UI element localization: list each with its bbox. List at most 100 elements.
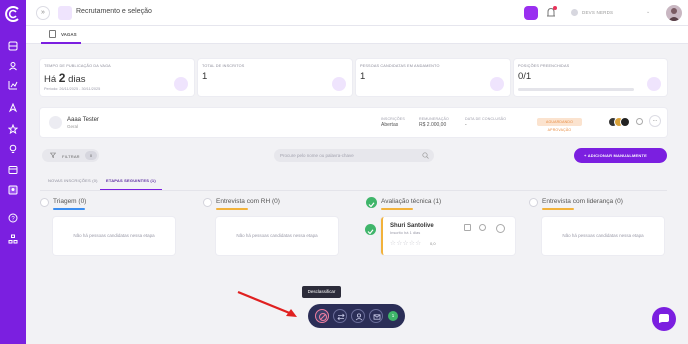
company-avatar [571,9,578,16]
user-icon [355,313,363,321]
stat-card-total-subscribers: TOTAL DE INSCRITOS 1 [198,59,352,96]
whatsapp-icon[interactable] [479,224,486,231]
empty-column-box: Não há pessoas candidatas nessa etapa [53,217,175,255]
refresh-icon [490,77,504,91]
empty-column-text: Não há pessoas candidatas nessa etapa [236,233,318,238]
search-input[interactable]: Procure pelo nome ou palavra-chave [274,149,434,162]
lightbulb-icon[interactable] [8,144,18,154]
chart-icon[interactable] [8,80,18,90]
inscricoes-value: Abertas [381,122,399,128]
column-title-triagem: Triagem (0) [53,198,87,205]
calendar-icon [174,77,188,91]
messages-button[interactable] [524,6,538,20]
candidate-select-radio[interactable] [496,224,505,233]
column-accent-line [381,208,413,210]
add-manually-button[interactable]: + ADICIONAR MANUALMENTE [574,148,667,163]
conclusao-label: DATA DE CONCLUSÃO [465,117,507,121]
empty-column-text: Não há pessoas candidatas nessa etapa [562,233,644,238]
column-accent-line [542,208,574,210]
info-icon[interactable] [636,118,643,125]
chat-button[interactable] [652,307,676,331]
notification-dot [553,6,557,10]
sidebar: ? [0,0,26,344]
column-select-radio[interactable] [529,198,538,207]
column-title-entrevista-rh: Entrevista com RH (0) [216,198,280,205]
block-icon [319,313,327,321]
stage-tabs-divider [40,190,667,191]
dashboard-icon[interactable] [8,41,18,51]
job-title: Aaaa Tester [67,117,99,123]
column-select-radio[interactable] [40,198,49,207]
recruitment-module-icon [58,6,72,20]
table-icon[interactable] [8,165,18,175]
candidate-select-check[interactable] [365,224,376,235]
stat-value: 1 [202,71,208,82]
remuneracao-value: R$ 2.000,00 [419,122,447,128]
candidate-rating-stars[interactable]: ☆☆☆☆☆ [390,239,422,247]
collapse-sidebar-button[interactable]: » [36,6,50,20]
filter-label: FILTRAR [62,153,80,159]
bulk-action-bar: 1 [308,304,405,328]
column-accent-line [216,208,248,210]
stat-value: 1 [360,71,366,82]
tab-next-stages[interactable]: ETAPAS SEGUINTES (1) [100,178,162,190]
team-icon [647,77,661,91]
user-icon[interactable] [8,61,18,71]
tab-new-subscriptions[interactable]: NOVAS INSCRIÇÕES (0) [48,178,98,190]
search-placeholder: Procure pelo nome ou palavra-chave [280,153,354,158]
app-logo-icon[interactable] [5,6,21,22]
top-bar: » Recrutamento e seleção DEVS NERDS ⌄ [26,0,688,26]
help-icon[interactable]: ? [8,213,18,223]
star-icon[interactable] [8,124,18,134]
tab-vagas[interactable]: VAGAS [41,26,81,44]
send-email-button[interactable] [369,309,383,323]
more-options-button[interactable]: ... [649,115,661,127]
candidate-name: Shuri Santolive [390,223,434,229]
search-icon [422,152,429,159]
conclusao-value: - [465,122,467,128]
add-manually-label: + ADICIONAR MANUALMENTE [584,153,648,158]
swap-icon [337,313,345,321]
status-badge: AGUARDANDO APROVAÇÃO [537,118,582,132]
filter-button[interactable]: FILTRAR 0 [42,149,99,162]
column-select-check[interactable] [366,197,377,208]
column-accent-line [53,208,85,210]
empty-column-box: Não há pessoas candidatas nessa etapa [542,217,664,255]
module-title: Recrutamento e seleção [76,8,152,15]
users-icon [332,77,346,91]
column-title-entrevista-lideranca: Entrevista com liderança (0) [542,198,623,205]
stat-value: Há 2 dias [44,71,86,85]
remuneracao-label: REMUNERAÇÃO [419,117,450,121]
assign-user-button[interactable] [351,309,365,323]
stat-card-filled-positions: POSIÇÕES PREENCHIDAS 0/1 [514,59,667,96]
job-avatar [49,116,62,129]
inscricoes-label: INSCRIÇÕES [381,117,405,121]
red-arrow-annotation [237,290,297,317]
mail-icon [373,314,381,320]
stat-label: TEMPO DE PUBLICAÇÃO DA VAGA [44,64,111,68]
disqualify-button[interactable] [315,309,329,323]
recruitment-icon[interactable] [8,185,18,195]
avatar [620,117,630,127]
user-avatar[interactable] [666,5,682,21]
candidate-subscribed: Inscrito há 1 dias [390,230,421,235]
filter-count: 0 [85,151,97,160]
candidate-card[interactable]: Shuri Santolive Inscrito há 1 dias ☆☆☆☆☆… [381,217,515,255]
stat-card-publication-time: TEMPO DE PUBLICAÇÃO DA VAGA Há 2 dias Pe… [40,59,194,96]
move-stage-button[interactable] [333,309,347,323]
rocket-icon[interactable] [8,103,18,113]
user-name[interactable]: DEVS NERDS [582,10,613,15]
job-card[interactable]: Aaaa Tester Geral INSCRIÇÕES Abertas REM… [40,108,667,137]
chevron-down-icon[interactable]: ⌄ [646,9,650,15]
column-select-radio[interactable] [203,198,212,207]
clipboard-icon [49,30,56,38]
stat-value: 0/1 [518,71,532,82]
tooltip: Desclassificar [302,286,341,298]
empty-column-text: Não há pessoas candidatas nessa etapa [73,233,155,238]
empty-column-box: Não há pessoas candidatas nessa etapa [216,217,338,255]
org-chart-icon[interactable] [8,234,18,244]
filter-icon [50,152,56,158]
stat-card-candidates-in-progress: PESSOAS CANDIDATAS EM ANDAMENTO 1 [356,59,510,96]
document-icon[interactable] [464,224,471,231]
column-title-avaliacao-tecnica: Avaliação técnica (1) [381,198,442,205]
